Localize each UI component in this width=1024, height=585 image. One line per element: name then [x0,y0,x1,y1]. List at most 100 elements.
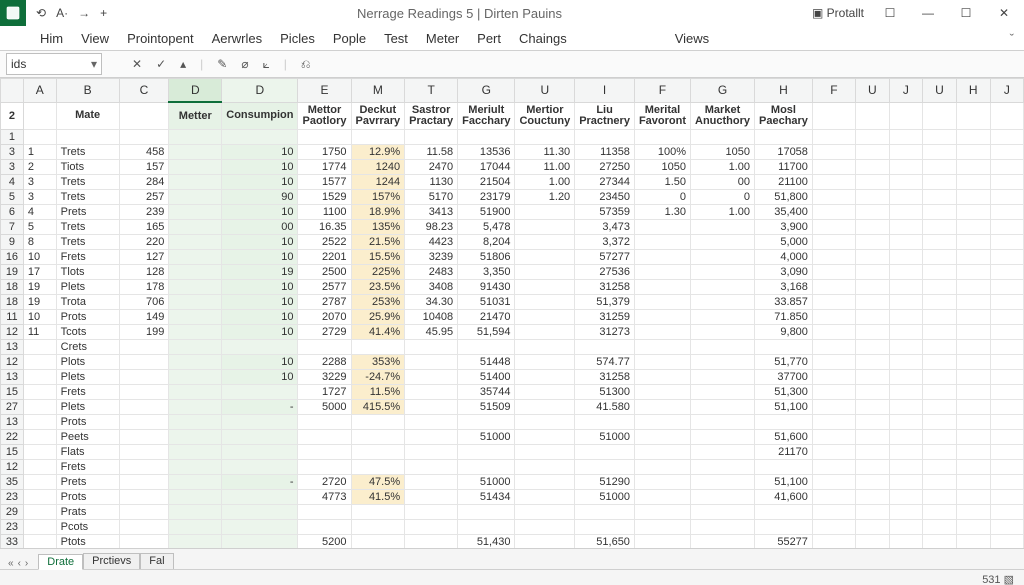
cell[interactable]: Pcots [56,520,119,535]
cell[interactable] [691,505,755,520]
cell[interactable] [23,370,56,385]
cell[interactable]: 2729 [298,325,351,340]
cell[interactable] [691,235,755,250]
cell[interactable]: 41.5% [351,490,405,505]
column-header[interactable]: H [956,79,990,103]
cell[interactable] [169,370,222,385]
cell[interactable]: 4,000 [755,250,813,265]
cell[interactable]: Trets [56,220,119,235]
cell[interactable] [812,205,855,220]
cell[interactable] [956,102,990,130]
cell[interactable] [405,400,458,415]
cell[interactable] [922,460,956,475]
cell[interactable]: 90 [222,190,298,205]
cell[interactable] [956,355,990,370]
cell[interactable] [855,475,889,490]
fx-brush-icon[interactable]: ▴ [180,57,186,71]
cell[interactable]: 51,379 [575,295,635,310]
cell[interactable]: Consumpion [222,102,298,130]
cell[interactable]: 51,100 [755,475,813,490]
cell[interactable] [889,130,922,145]
column-header[interactable] [1,79,24,103]
cell[interactable]: 2522 [298,235,351,250]
qat-undo-icon[interactable]: ⟲ [36,6,46,20]
cell[interactable] [23,505,56,520]
cell[interactable]: 3 [23,175,56,190]
cell[interactable] [515,235,575,250]
cell[interactable] [634,370,690,385]
cell[interactable]: Trets [56,145,119,160]
cell[interactable] [23,130,56,145]
cell[interactable]: 2070 [298,310,351,325]
cell[interactable] [922,310,956,325]
cell[interactable]: Prats [56,505,119,520]
cell[interactable] [990,220,1023,235]
cell[interactable]: 127 [119,250,169,265]
cell[interactable] [119,415,169,430]
cell[interactable] [956,205,990,220]
cell[interactable] [691,355,755,370]
cell[interactable] [990,460,1023,475]
row-header[interactable]: 16 [1,250,24,265]
cell[interactable] [956,505,990,520]
qat-add-icon[interactable]: + [100,6,107,20]
cell[interactable]: 239 [119,205,169,220]
spreadsheet-grid[interactable]: ABCDDEMTGUIFGHFUJUHJ2MateMetterConsumpio… [0,78,1024,548]
cell[interactable] [990,520,1023,535]
cell[interactable] [634,250,690,265]
cell[interactable]: Frets [56,250,119,265]
cell[interactable] [119,505,169,520]
cell[interactable]: 5200 [298,535,351,549]
cell[interactable]: 0 [691,190,755,205]
cell[interactable] [169,400,222,415]
column-header[interactable]: M [351,79,405,103]
fx-tool-icon[interactable]: ⌀ [241,57,248,71]
cell[interactable] [691,445,755,460]
qat-font-icon[interactable]: A· [56,6,68,20]
cell[interactable]: 415.5% [351,400,405,415]
cell[interactable] [956,130,990,145]
cell[interactable]: 51000 [575,430,635,445]
cell[interactable] [634,430,690,445]
cell[interactable]: Mosl Paechary [755,102,813,130]
cell[interactable] [755,340,813,355]
cell[interactable] [405,370,458,385]
cell[interactable] [855,355,889,370]
cell[interactable] [990,430,1023,445]
cell[interactable] [515,475,575,490]
cell[interactable] [119,520,169,535]
cell[interactable]: 13536 [458,145,515,160]
cell[interactable]: 12.9% [351,145,405,160]
cell[interactable] [922,145,956,160]
cell[interactable] [922,415,956,430]
cell[interactable] [922,220,956,235]
cell[interactable]: 18.9% [351,205,405,220]
cell[interactable]: 2577 [298,280,351,295]
sheet-tab[interactable]: Prctievs [83,553,140,569]
cell[interactable] [812,355,855,370]
cell[interactable] [222,415,298,430]
cell[interactable] [889,205,922,220]
cell[interactable]: 31273 [575,325,635,340]
cell[interactable]: 135% [351,220,405,235]
cell[interactable]: 3229 [298,370,351,385]
fx-tool-icon[interactable]: ⎌ [301,57,311,72]
cell[interactable]: - [222,400,298,415]
cell[interactable] [855,385,889,400]
cell[interactable] [889,265,922,280]
cell[interactable] [889,445,922,460]
cell[interactable]: 51400 [458,370,515,385]
cell[interactable] [855,235,889,250]
cell[interactable]: 11.30 [515,145,575,160]
cell[interactable] [691,340,755,355]
row-header[interactable]: 15 [1,445,24,460]
cell[interactable] [812,385,855,400]
cell[interactable] [922,160,956,175]
cell[interactable]: 5,000 [755,235,813,250]
cell[interactable] [515,460,575,475]
cell[interactable]: 1.50 [634,175,690,190]
cell[interactable] [23,520,56,535]
cell[interactable] [990,130,1023,145]
menu-item[interactable]: Meter [426,31,459,46]
window-minimize-icon[interactable]: — [916,6,940,20]
